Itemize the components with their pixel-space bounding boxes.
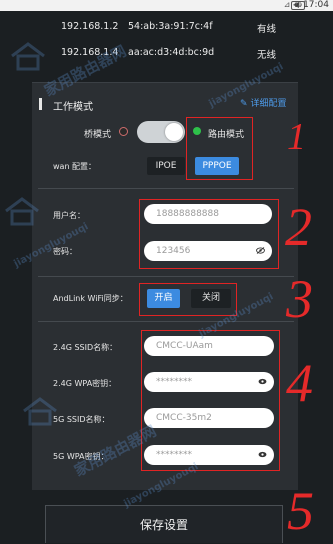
save-button[interactable]: 保存设置	[45, 505, 283, 543]
device-mac: 54:ab:3a:91:7c:4f	[128, 21, 213, 32]
table-row: 192.168.1.4 aa:ac:d3:4d:bc:9d 无线	[0, 37, 333, 63]
annotation-number: 2	[285, 197, 312, 257]
section-title: 工作模式	[39, 98, 93, 113]
bridge-mode-label: 桥模式	[84, 130, 112, 140]
annotation-number: 4	[286, 353, 313, 413]
annotation-box-1	[186, 117, 253, 180]
bridge-mode-indicator	[119, 127, 128, 136]
watermark-house-icon	[5, 197, 39, 226]
edit-icon: ✎	[240, 99, 248, 109]
annotation-box-4	[141, 330, 280, 471]
wpa24-label: 2.4G WPA密钥：	[53, 379, 117, 388]
detail-config-label: 详细配置	[250, 99, 287, 109]
annotation-number: 5	[287, 481, 314, 541]
detail-config-link[interactable]: ✎ 详细配置	[240, 96, 287, 109]
wan-ipoe-button[interactable]: IPOE	[147, 157, 185, 175]
annotation-number: 1	[287, 116, 306, 158]
username-label: 用户名：	[53, 211, 85, 220]
clock: 17:04	[303, 0, 329, 10]
divider	[38, 321, 294, 322]
device-type: 无线	[257, 50, 277, 61]
divider	[38, 276, 294, 277]
device-mac: aa:ac:d3:4d:bc:9d	[128, 47, 215, 58]
wan-config-label: wan 配置：	[53, 162, 97, 171]
annotation-number: 3	[286, 269, 313, 329]
annotation-box-2	[139, 199, 279, 269]
watermark-house-icon	[23, 397, 57, 426]
device-type: 有线	[257, 24, 277, 35]
device-ip: 192.168.1.2	[61, 21, 119, 32]
andlink-label: AndLink WiFi同步：	[53, 294, 128, 303]
section-title-text: 工作模式	[53, 102, 93, 113]
device-list: 192.168.1.2 54:ab:3a:91:7c:4f 有线 192.168…	[0, 11, 333, 63]
divider	[38, 188, 294, 189]
mode-toggle[interactable]	[137, 121, 185, 143]
watermark-house-icon	[11, 42, 45, 71]
table-row: 192.168.1.2 54:ab:3a:91:7c:4f 有线	[0, 11, 333, 37]
ssid24-label: 2.4G SSID名称：	[53, 343, 118, 352]
status-bar: ⊿ ◀ 99 17:04	[0, 0, 333, 11]
annotation-box-3	[139, 283, 237, 316]
ssid5-label: 5G SSID名称：	[53, 415, 110, 424]
title-bar-accent	[39, 98, 42, 110]
toggle-knob	[165, 123, 183, 141]
